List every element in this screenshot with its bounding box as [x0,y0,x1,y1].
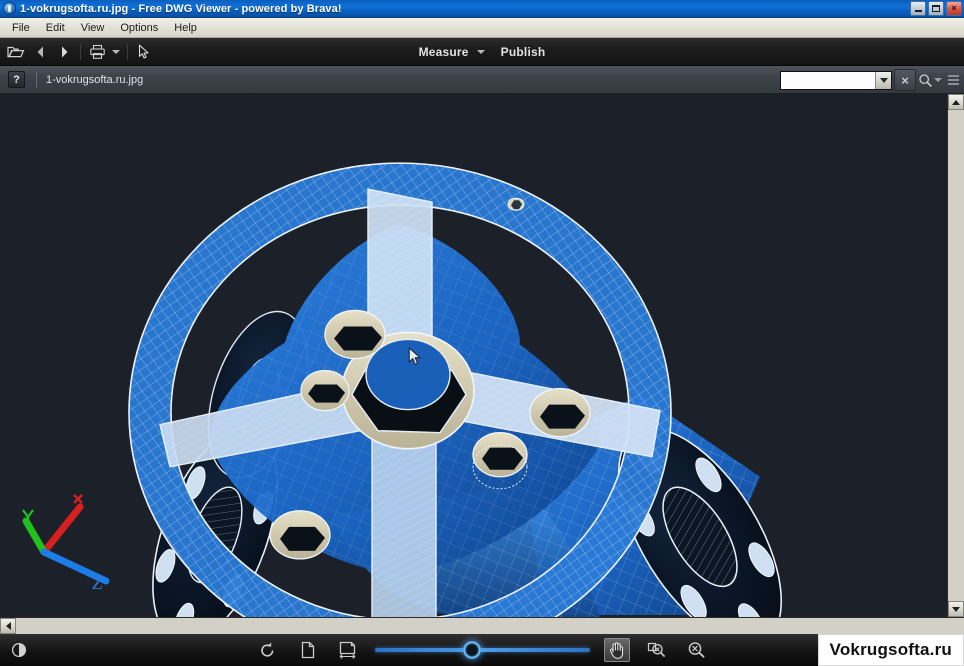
rotate-left-icon [261,642,274,657]
scroll-down-button[interactable] [948,601,964,617]
pan-tool-button[interactable] [603,638,630,662]
zoom-slider-track [374,648,590,652]
view-menu-button[interactable] [944,69,962,91]
3d-axis-indicator: Z [14,477,124,592]
maximize-icon [932,5,940,12]
toolbar-separator-2 [127,43,128,60]
fit-page-icon [301,641,314,659]
open-file-button[interactable] [5,41,27,63]
menu-item-view[interactable]: View [73,20,113,36]
menu-item-help[interactable]: Help [166,20,205,36]
brightness-contrast-icon [11,642,27,658]
cad-drawing-canvas[interactable]: Z [0,94,947,617]
close-icon: × [951,3,957,13]
forward-button[interactable] [53,41,75,63]
fit-page-button[interactable] [295,638,321,662]
search-input[interactable] [781,71,875,89]
horizontal-scrollbar[interactable] [0,617,964,634]
scroll-left-button[interactable] [0,618,16,634]
docbar-right-group: × [780,66,962,94]
zoom-out-button[interactable] [684,638,710,662]
scroll-down-arrow [952,606,960,612]
find-button[interactable] [918,69,942,91]
rotate-button[interactable] [255,638,281,662]
help-button[interactable]: ? [8,71,25,88]
measure-dropdown-icon[interactable] [476,49,485,54]
select-tool-button[interactable] [133,41,155,63]
zoom-to-window-button[interactable] [644,638,670,662]
forward-arrow-icon [61,46,67,57]
toolbar-separator [80,43,81,60]
fit-width-icon [339,641,356,659]
search-dropdown-button[interactable] [875,71,891,89]
print-options-button[interactable] [110,41,122,63]
viewer-area: Z [0,94,964,617]
menu-item-options[interactable]: Options [112,20,166,36]
mouse-pointer-cursor [408,347,422,366]
title-bar: 1-vokrugsofta.ru.jpg - Free DWG Viewer -… [0,0,964,18]
document-name: 1-vokrugsofta.ru.jpg [46,73,144,86]
window-controls: × [910,1,962,16]
magnifier-icon [919,73,932,87]
chevron-down-icon [879,77,888,83]
brightness-contrast-button[interactable] [6,638,32,662]
scroll-up-button[interactable] [948,94,964,110]
open-folder-icon [7,46,25,57]
menu-item-edit[interactable]: Edit [38,20,73,36]
zoom-slider[interactable] [374,639,590,661]
vertical-scroll-track[interactable] [948,110,964,601]
vertical-scrollbar[interactable] [947,94,964,617]
toolbar-left-group [0,41,155,63]
back-button[interactable] [29,41,51,63]
maximize-button[interactable] [928,1,944,16]
menu-bar: File Edit View Options Help [0,18,964,38]
scroll-up-arrow [952,99,960,105]
svg-text:Z: Z [92,573,103,592]
docbar-separator [36,71,37,88]
clear-search-button[interactable]: × [894,69,916,91]
select-pointer-icon [138,44,149,59]
zoom-out-icon [688,642,705,658]
scroll-left-arrow [5,622,11,630]
publish-button[interactable]: Publish [497,43,550,61]
close-button[interactable]: × [946,1,962,16]
brava-app-icon [3,2,16,15]
hand-pan-tool-icon [609,642,624,659]
horizontal-scroll-track[interactable] [16,618,964,634]
minimize-button[interactable] [910,1,926,16]
fit-width-button[interactable] [335,638,361,662]
main-toolbar: Measure Publish [0,38,964,66]
watermark: Vokrugsofta.ru [817,634,964,666]
zoom-slider-handle[interactable] [462,641,481,659]
window-title: 1-vokrugsofta.ru.jpg - Free DWG Viewer -… [20,2,342,15]
zoom-to-window-icon [647,642,666,658]
cad-model-drawing [0,94,947,617]
chevron-down-icon [112,49,120,54]
hamburger-menu-icon [947,75,959,85]
minimize-icon [914,10,922,12]
application-window: 1-vokrugsofta.ru.jpg - Free DWG Viewer -… [0,0,964,666]
chevron-down-icon [934,78,942,82]
print-icon [89,44,105,59]
menu-item-file[interactable]: File [4,20,38,36]
search-combobox[interactable] [780,70,892,90]
bottom-left-group [0,638,32,662]
document-bar: ? 1-vokrugsofta.ru.jpg × [0,66,964,94]
print-button[interactable] [86,41,108,63]
back-arrow-icon [37,46,43,57]
measure-button[interactable]: Measure [415,43,473,61]
